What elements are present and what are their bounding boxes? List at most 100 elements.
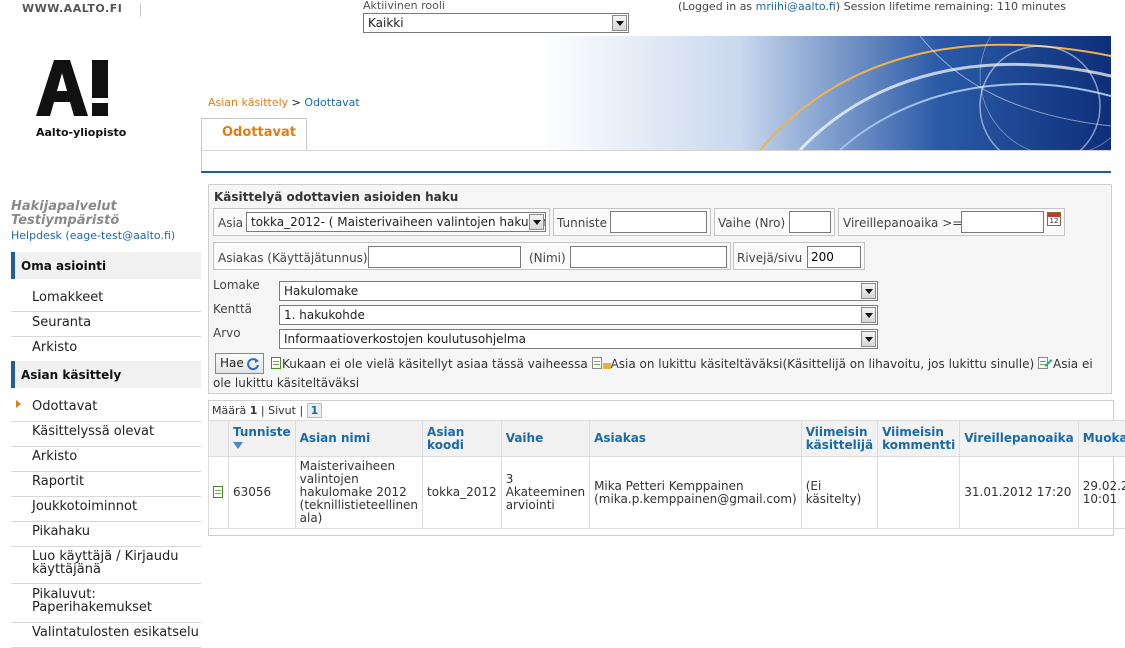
nimi-label: (Nimi) bbox=[529, 251, 566, 265]
pages-label: Sivut bbox=[268, 404, 296, 417]
row-status-cell[interactable] bbox=[209, 457, 229, 529]
site-link[interactable]: WWW.AALTO.FI bbox=[22, 2, 122, 15]
session-remaining: ) Session lifetime remaining: 110 minute… bbox=[836, 0, 1066, 13]
sidebar-item-odottavat[interactable]: Odottavat bbox=[11, 397, 201, 422]
document-new-icon[interactable] bbox=[213, 486, 223, 498]
role-select-value: Kaikki bbox=[368, 16, 404, 30]
breadcrumb-asian-kasittely[interactable]: Asian käsittely bbox=[208, 96, 288, 109]
column-header-label[interactable]: Asian nimi bbox=[300, 431, 371, 445]
asia-select[interactable]: tokka_2012- ( Maisterivaiheen valintojen… bbox=[246, 212, 546, 232]
column-header-label[interactable]: Muokattu bbox=[1083, 431, 1125, 445]
sidebar-item-raportit[interactable]: Raportit bbox=[11, 472, 201, 497]
vaihe-input[interactable] bbox=[789, 211, 831, 233]
role-select[interactable]: Kaikki bbox=[363, 13, 629, 33]
breadcrumb-separator: > bbox=[288, 96, 304, 109]
column-status bbox=[209, 421, 229, 457]
column-tunniste[interactable]: Tunniste bbox=[229, 421, 296, 457]
column-header-label[interactable]: Asiakas bbox=[594, 431, 646, 445]
sidebar-section-oma-asiointi: Oma asiointi bbox=[11, 252, 201, 279]
sidebar-item-arkisto[interactable]: Arkisto bbox=[11, 337, 201, 362]
arvo-label: Arvo bbox=[213, 326, 241, 340]
tunniste-label: Tunniste bbox=[557, 216, 607, 230]
search-title: Käsittelyä odottavien asioiden haku bbox=[214, 190, 458, 204]
nimi-input[interactable] bbox=[570, 246, 727, 268]
chevron-down-icon[interactable] bbox=[861, 283, 876, 299]
sidebar-item-kasittelyssa[interactable]: Käsittelyssä olevat bbox=[11, 422, 201, 447]
cell-vaihe: 3 Akateeminen arviointi bbox=[501, 457, 589, 529]
header-banner bbox=[540, 36, 1111, 150]
search-button-label: Hae bbox=[220, 356, 244, 370]
sidebar-item-pikahaku[interactable]: Pikahaku bbox=[11, 522, 201, 547]
legend-not-handled: Kukaan ei ole vielä käsitellyt asiaa täs… bbox=[282, 357, 588, 371]
tunniste-input[interactable] bbox=[610, 211, 707, 233]
sidebar-title-line2: Testiympäristö bbox=[11, 214, 119, 228]
lomake-select-value: Hakulomake bbox=[284, 284, 358, 298]
document-locked-icon bbox=[592, 357, 602, 369]
top-bar: WWW.AALTO.FI Aktiivinen rooli Kaikki (Lo… bbox=[0, 0, 1125, 36]
chevron-down-icon[interactable] bbox=[612, 15, 627, 31]
sort-down-icon[interactable] bbox=[233, 442, 243, 449]
results-table: Tunniste Asian nimi Asian koodi Vaihe As… bbox=[208, 420, 1125, 529]
cell-vireillepanoaika: 31.01.2012 17:20 bbox=[960, 457, 1079, 529]
calendar-icon[interactable]: 12 bbox=[1047, 212, 1061, 226]
table-header-row: Tunniste Asian nimi Asian koodi Vaihe As… bbox=[209, 421, 1125, 457]
column-viimeisin-kommentti[interactable]: Viimeisin kommentti bbox=[878, 421, 960, 457]
rivit-label: Rivejä/sivu bbox=[737, 251, 802, 265]
cell-kasittelija: (Ei käsitelty) bbox=[801, 457, 877, 529]
cell-tunniste[interactable]: 63056 bbox=[229, 457, 296, 529]
cell-asian-nimi[interactable]: Maisterivaiheen valintojen hakulomake 20… bbox=[295, 457, 422, 529]
sidebar-section-asian-kasittely: Asian käsittely bbox=[11, 361, 201, 388]
sidebar-item-joukkotoiminnot[interactable]: Joukkotoiminnot bbox=[11, 497, 201, 522]
chevron-down-icon[interactable] bbox=[861, 331, 876, 347]
column-header-label[interactable]: Vaihe bbox=[506, 431, 544, 445]
column-asian-koodi[interactable]: Asian koodi bbox=[423, 421, 502, 457]
session-user-link[interactable]: mriihi@aalto.fi bbox=[756, 0, 836, 13]
column-viimeisin-kasittelija[interactable]: Viimeisin käsittelijä bbox=[801, 421, 877, 457]
kentta-label: Kenttä bbox=[213, 302, 252, 316]
divider bbox=[201, 150, 1111, 151]
arvo-select[interactable]: Informaatioverkostojen koulutusohjelma bbox=[279, 329, 878, 349]
session-info: (Logged in as mriihi@aalto.fi) Session l… bbox=[678, 0, 1066, 13]
vaihe-label: Vaihe (Nro) bbox=[718, 216, 785, 230]
sidebar-item-arkisto-2[interactable]: Arkisto bbox=[11, 447, 201, 472]
column-header-label[interactable]: Viimeisin kommentti bbox=[882, 425, 955, 452]
breadcrumb: Asian käsittely > Odottavat bbox=[208, 96, 360, 109]
vireillepanoaika-input[interactable] bbox=[961, 211, 1044, 233]
cell-asiakas: Mika Petteri Kemppainen (mika.p.kemppain… bbox=[590, 457, 802, 529]
status-legend: Kukaan ei ole vielä käsitellyt asiaa täs… bbox=[213, 355, 1103, 393]
breadcrumb-odottavat[interactable]: Odottavat bbox=[304, 96, 359, 109]
logo-text: Aalto-yliopisto bbox=[36, 126, 126, 139]
sidebar-item-seuranta[interactable]: Seuranta bbox=[11, 312, 201, 337]
column-header-label[interactable]: Tunniste bbox=[233, 425, 291, 439]
chevron-down-icon[interactable] bbox=[529, 214, 544, 230]
column-muokattu[interactable]: Muokattu bbox=[1078, 421, 1125, 457]
column-header-label[interactable]: Vireillepanoaika bbox=[964, 431, 1074, 445]
sidebar-title-line1: Hakijapalvelut bbox=[11, 200, 119, 214]
kentta-select[interactable]: 1. hakukohde bbox=[279, 305, 878, 325]
page-link[interactable]: 1 bbox=[307, 403, 323, 418]
search-button[interactable]: Hae bbox=[215, 353, 264, 374]
aalto-logo[interactable] bbox=[36, 58, 114, 121]
table-row[interactable]: 63056 Maisterivaiheen valintojen hakulom… bbox=[209, 457, 1125, 529]
paging-info: Määrä 1 | Sivut | 1 bbox=[212, 404, 322, 417]
column-header-label[interactable]: Viimeisin käsittelijä bbox=[806, 425, 873, 452]
arvo-select-value: Informaatioverkostojen koulutusohjelma bbox=[284, 332, 526, 346]
helpdesk-link[interactable]: Helpdesk (eage-test@aalto.fi) bbox=[11, 229, 175, 242]
column-vaihe[interactable]: Vaihe bbox=[501, 421, 589, 457]
tab-odottavat[interactable]: Odottavat bbox=[201, 118, 307, 151]
sidebar-title: Hakijapalvelut Testiympäristö bbox=[11, 200, 119, 228]
column-asian-nimi[interactable]: Asian nimi bbox=[295, 421, 422, 457]
chevron-down-icon[interactable] bbox=[861, 307, 876, 323]
sidebar-item-luo-kayttaja[interactable]: Luo käyttäjä / Kirjaudu käyttäjänä bbox=[11, 547, 201, 584]
asiakas-input[interactable] bbox=[368, 246, 521, 268]
legend-locked: Asia on lukittu käsiteltäväksi(Käsitteli… bbox=[611, 357, 1035, 371]
rivit-input[interactable] bbox=[807, 246, 861, 268]
sidebar-item-pikaluvut[interactable]: Pikaluvut: Paperihakemukset bbox=[11, 585, 201, 623]
asia-label: Asia bbox=[218, 216, 243, 230]
sidebar-item-valintatulosten[interactable]: Valintatulosten esikatselu bbox=[11, 623, 201, 648]
column-vireillepanoaika[interactable]: Vireillepanoaika bbox=[960, 421, 1079, 457]
column-asiakas[interactable]: Asiakas bbox=[590, 421, 802, 457]
column-header-label[interactable]: Asian koodi bbox=[427, 425, 464, 452]
sidebar-item-lomakkeet[interactable]: Lomakkeet bbox=[11, 287, 201, 312]
lomake-select[interactable]: Hakulomake bbox=[279, 281, 878, 301]
